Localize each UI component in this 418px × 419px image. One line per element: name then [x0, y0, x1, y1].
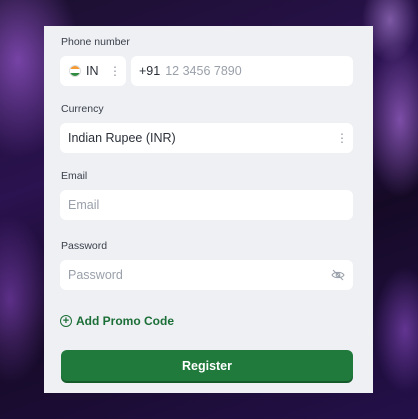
plus-circle-icon: +: [60, 315, 72, 327]
add-promo-code-link[interactable]: + Add Promo Code: [60, 314, 353, 328]
phone-placeholder: 12 3456 7890: [165, 64, 242, 78]
currency-select[interactable]: Indian Rupee (INR) ⋮: [60, 123, 353, 153]
eye-slash-icon[interactable]: [331, 269, 345, 281]
kebab-icon: ⋮: [109, 64, 121, 78]
password-field[interactable]: Password: [60, 260, 353, 290]
email-placeholder: Email: [68, 198, 100, 212]
country-select[interactable]: IN ⋮: [60, 56, 126, 86]
phone-row: IN ⋮ +91 12 3456 7890: [60, 56, 353, 86]
registration-form: Phone number IN ⋮ +91 12 3456 7890 Curre…: [44, 26, 373, 393]
password-label: Password: [61, 240, 108, 252]
password-placeholder: Password: [68, 268, 123, 282]
dial-code: +91: [139, 64, 161, 78]
india-flag-icon: [69, 65, 81, 77]
phone-input[interactable]: +91 12 3456 7890: [131, 56, 353, 86]
kebab-icon: ⋮: [336, 131, 348, 145]
email-label: Email: [61, 170, 88, 182]
currency-value: Indian Rupee (INR): [68, 131, 176, 145]
register-button[interactable]: Register: [61, 350, 353, 381]
currency-label: Currency: [61, 103, 104, 115]
promo-label: Add Promo Code: [76, 314, 174, 328]
email-field[interactable]: Email: [60, 190, 353, 220]
country-code: IN: [86, 64, 99, 78]
phone-label: Phone number: [61, 36, 130, 48]
